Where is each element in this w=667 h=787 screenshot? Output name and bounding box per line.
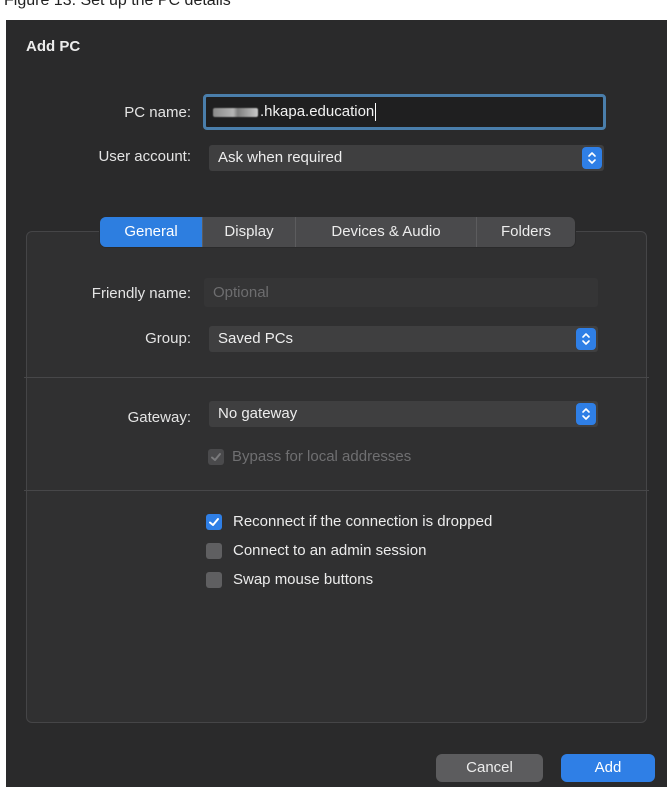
pc-name-input[interactable]: .hkapa.education — [203, 94, 606, 130]
reconnect-checkbox[interactable] — [206, 514, 222, 530]
user-account-label: User account: — [98, 148, 191, 165]
tab-general[interactable]: General — [100, 217, 203, 247]
bypass-label: Bypass for local addresses — [232, 448, 412, 465]
pc-name-value: .hkapa.education — [260, 103, 375, 120]
friendly-name-input[interactable]: Optional — [204, 278, 598, 307]
friendly-name-label: Friendly name: — [91, 285, 191, 302]
group-label: Group: — [145, 330, 191, 347]
gateway-select[interactable]: No gateway — [209, 401, 598, 427]
friendly-name-placeholder: Optional — [213, 284, 269, 301]
chevron-updown-icon — [576, 328, 596, 350]
add-button[interactable]: Add — [561, 754, 655, 782]
tab-devices-audio[interactable]: Devices & Audio — [296, 217, 477, 247]
group-value: Saved PCs — [218, 330, 294, 347]
add-pc-dialog: Add PC PC name: .hkapa.education User ac… — [6, 20, 667, 787]
group-select[interactable]: Saved PCs — [209, 326, 598, 352]
swap-mouse-label: Swap mouse buttons — [233, 571, 374, 588]
gateway-label: Gateway: — [127, 409, 191, 426]
chevron-updown-icon — [582, 147, 602, 169]
bypass-checkbox — [208, 449, 224, 465]
tab-display[interactable]: Display — [203, 217, 296, 247]
pc-name-label: PC name: — [124, 104, 191, 121]
caption-text: Figure 13. Set up the PC details — [4, 0, 231, 9]
tab-folders[interactable]: Folders — [477, 217, 575, 247]
reconnect-label: Reconnect if the connection is dropped — [233, 513, 493, 530]
text-cursor — [375, 103, 377, 122]
admin-session-label: Connect to an admin session — [233, 542, 427, 559]
redacted-hostname — [213, 107, 258, 117]
tab-bar: General Display Devices & Audio Folders — [100, 217, 575, 247]
dialog-title: Add PC — [26, 38, 81, 55]
swap-mouse-checkbox[interactable] — [206, 572, 222, 588]
cancel-button[interactable]: Cancel — [436, 754, 543, 782]
user-account-value: Ask when required — [218, 149, 343, 166]
section-divider — [24, 490, 649, 491]
user-account-select[interactable]: Ask when required — [209, 145, 604, 171]
section-divider — [24, 377, 649, 378]
admin-session-checkbox[interactable] — [206, 543, 222, 559]
gateway-value: No gateway — [218, 405, 298, 422]
chevron-updown-icon — [576, 403, 596, 425]
document-caption-fragment: Figure 13. Set up the PC details — [0, 0, 667, 20]
